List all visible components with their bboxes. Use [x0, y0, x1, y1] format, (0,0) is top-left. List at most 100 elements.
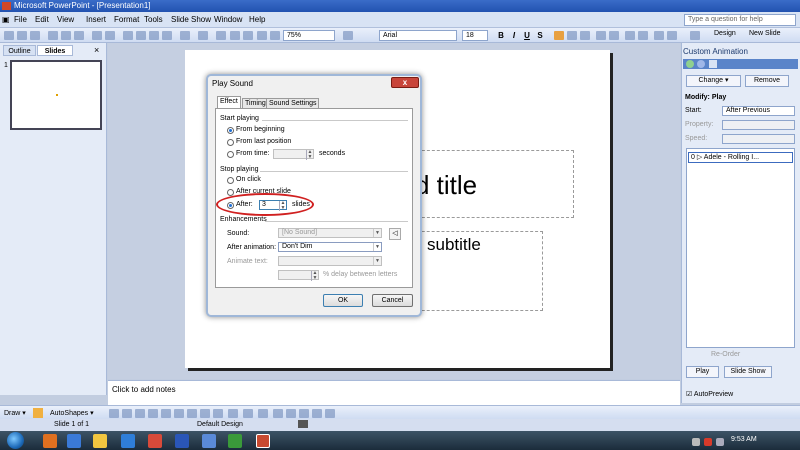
menu-help[interactable]: Help: [249, 15, 265, 24]
menu-tools[interactable]: Tools: [144, 15, 163, 24]
3d-style-icon[interactable]: [325, 409, 335, 418]
zoom-select[interactable]: 75%: [283, 30, 335, 41]
redo-icon[interactable]: [198, 31, 208, 40]
diagram-icon[interactable]: [187, 409, 197, 418]
print-icon[interactable]: [61, 31, 71, 40]
menu-edit[interactable]: Edit: [35, 15, 49, 24]
play-button[interactable]: Play: [686, 366, 719, 378]
program-icon[interactable]: [202, 434, 216, 448]
powerpoint-task-icon[interactable]: [256, 434, 270, 448]
tab-outline[interactable]: Outline: [3, 45, 36, 56]
after-animation-select[interactable]: Don't Dim ▼: [278, 242, 382, 252]
wordart-icon[interactable]: [174, 409, 184, 418]
speaker-icon[interactable]: ◁: [389, 228, 401, 240]
align-center-icon[interactable]: [567, 31, 577, 40]
draw-menu[interactable]: Draw ▾: [4, 409, 26, 417]
help-search-input[interactable]: Type a question for help: [684, 14, 796, 26]
menu-window[interactable]: Window: [214, 15, 242, 24]
numbering-icon[interactable]: [596, 31, 606, 40]
firefox-icon[interactable]: [43, 434, 57, 448]
decrease-indent-icon[interactable]: [654, 31, 664, 40]
font-color-icon[interactable]: [690, 31, 700, 40]
tray-flag-icon[interactable]: [704, 438, 712, 446]
font-color-draw-icon[interactable]: [258, 409, 268, 418]
autopreview-checkbox[interactable]: ☑ AutoPreview: [686, 390, 733, 398]
notes-pane[interactable]: Click to add notes: [108, 380, 680, 405]
chart-icon[interactable]: [243, 31, 253, 40]
print-preview-icon[interactable]: [74, 31, 84, 40]
table-icon[interactable]: [230, 31, 240, 40]
hyperlink-icon[interactable]: [216, 31, 226, 40]
from-beginning-radio[interactable]: [227, 127, 234, 134]
internet-explorer-icon[interactable]: [121, 434, 135, 448]
decrease-font-icon[interactable]: [638, 31, 648, 40]
close-pane-icon[interactable]: ×: [94, 45, 99, 55]
new-slide-button[interactable]: New Slide: [749, 30, 781, 37]
autoshapes-menu[interactable]: AutoShapes ▾: [50, 409, 94, 417]
align-left-icon[interactable]: [554, 31, 564, 40]
menu-view[interactable]: View: [57, 15, 74, 24]
start-select[interactable]: After Previous: [722, 106, 795, 116]
on-click-radio[interactable]: [227, 177, 234, 184]
research-icon[interactable]: [105, 31, 115, 40]
from-last-position-radio[interactable]: [227, 139, 234, 146]
format-painter-icon[interactable]: [162, 31, 172, 40]
media-icon[interactable]: [228, 434, 242, 448]
line-icon[interactable]: [109, 409, 119, 418]
tab-slides[interactable]: Slides: [37, 45, 73, 56]
bullets-icon[interactable]: [609, 31, 619, 40]
shadow-button[interactable]: S: [535, 30, 545, 41]
textbox-icon[interactable]: [161, 409, 171, 418]
paste-icon[interactable]: [149, 31, 159, 40]
home-icon[interactable]: [709, 60, 717, 68]
align-right-icon[interactable]: [580, 31, 590, 40]
menu-app-icon[interactable]: ▣: [2, 15, 10, 24]
select-objects-icon[interactable]: [33, 408, 43, 418]
menu-format[interactable]: Format: [114, 15, 139, 24]
new-icon[interactable]: [4, 31, 14, 40]
ok-button[interactable]: OK: [323, 294, 363, 307]
shadow-style-icon[interactable]: [312, 409, 322, 418]
underline-button[interactable]: U: [522, 30, 532, 41]
picture-icon[interactable]: [213, 409, 223, 418]
menu-insert[interactable]: Insert: [86, 15, 106, 24]
dialog-close-button[interactable]: x: [391, 77, 419, 88]
spelling-icon[interactable]: [92, 31, 102, 40]
help-icon[interactable]: [343, 31, 353, 40]
design-button[interactable]: Design: [714, 30, 736, 37]
increase-font-icon[interactable]: [625, 31, 635, 40]
menu-slide-show[interactable]: Slide Show: [171, 15, 211, 24]
slide-show-button[interactable]: Slide Show: [724, 366, 772, 378]
dash-style-icon[interactable]: [286, 409, 296, 418]
italic-button[interactable]: I: [509, 30, 519, 41]
change-button[interactable]: Change ▾: [686, 75, 741, 87]
expand-all-icon[interactable]: [257, 31, 267, 40]
grid-icon[interactable]: [270, 31, 280, 40]
line-color-icon[interactable]: [243, 409, 253, 418]
remove-button[interactable]: Remove: [745, 75, 789, 87]
rectangle-icon[interactable]: [135, 409, 145, 418]
forward-icon[interactable]: [697, 60, 705, 68]
open-icon[interactable]: [17, 31, 27, 40]
font-select[interactable]: Arial: [379, 30, 457, 41]
start-button-icon[interactable]: [7, 432, 24, 449]
permission-icon[interactable]: [48, 31, 58, 40]
arrow-style-icon[interactable]: [299, 409, 309, 418]
copy-icon[interactable]: [136, 31, 146, 40]
word-icon[interactable]: [175, 434, 189, 448]
font-size-select[interactable]: 18: [462, 30, 488, 41]
bold-button[interactable]: B: [496, 30, 506, 41]
after-animation-dropdown-icon[interactable]: ▼: [373, 243, 381, 251]
tray-arrow-icon[interactable]: [692, 438, 700, 446]
animation-item[interactable]: 0 ▷ Adele - Rolling I...: [688, 152, 793, 163]
increase-indent-icon[interactable]: [667, 31, 677, 40]
cut-icon[interactable]: [123, 31, 133, 40]
cancel-button[interactable]: Cancel: [372, 294, 413, 307]
undo-icon[interactable]: [180, 31, 190, 40]
slide-thumbnail[interactable]: [10, 60, 102, 130]
from-time-radio[interactable]: [227, 151, 234, 158]
clipart-icon[interactable]: [200, 409, 210, 418]
arrow-icon[interactable]: [122, 409, 132, 418]
save-icon[interactable]: [30, 31, 40, 40]
line-style-icon[interactable]: [273, 409, 283, 418]
